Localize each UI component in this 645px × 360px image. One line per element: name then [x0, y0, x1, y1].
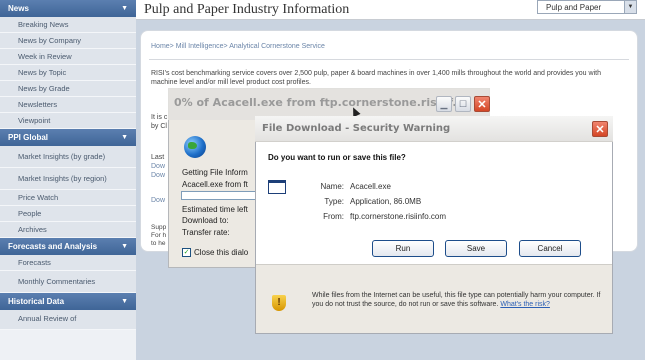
- divider: [149, 59, 629, 60]
- close-icon[interactable]: ✕: [474, 96, 490, 112]
- page-title: Pulp and Paper Industry Information Pulp…: [136, 0, 645, 20]
- sidebar-header-ppi-global[interactable]: PPI Global ▼: [0, 129, 136, 146]
- divider: [256, 264, 612, 265]
- intro-text-2: It is c by Cl: [151, 113, 167, 131]
- download-link[interactable]: Dow: [151, 197, 165, 204]
- maximize-icon[interactable]: ☐: [455, 96, 471, 112]
- sidebar-item-archives[interactable]: Archives: [0, 222, 136, 238]
- close-dialog-label: Close this dialo: [194, 248, 249, 257]
- support-line: For h: [151, 232, 167, 239]
- download-progress-bar: [181, 191, 261, 200]
- sidebar-header-historical-data[interactable]: Historical Data ▼: [0, 293, 136, 310]
- collapse-icon[interactable]: ▼: [121, 298, 128, 305]
- last-label: Last: [151, 154, 165, 161]
- download-link[interactable]: Dow: [151, 171, 165, 180]
- sidebar-item-week-in-review[interactable]: Week in Review: [0, 49, 136, 65]
- file-type-row: Type: Application, 86.0MB: [300, 197, 421, 206]
- globe-icon: [184, 136, 206, 158]
- transfer-rate-label: Transfer rate:: [182, 228, 230, 237]
- download-link[interactable]: Dow: [151, 162, 165, 171]
- sidebar-item-price-watch[interactable]: Price Watch: [0, 190, 136, 206]
- getting-info-text: Getting File Inform: [182, 168, 248, 177]
- security-note: While files from the Internet can be use…: [312, 292, 602, 309]
- sidebar-header-forecasts[interactable]: Forecasts and Analysis ▼: [0, 238, 136, 255]
- support-line: to he: [151, 240, 166, 247]
- from-label: From:: [323, 212, 344, 221]
- minimize-icon[interactable]: ▁: [436, 96, 452, 112]
- close-dialog-checkbox[interactable]: ✓ Close this dialo: [182, 248, 248, 257]
- collapse-icon[interactable]: ▼: [121, 243, 128, 250]
- sidebar-item-forecasts[interactable]: Forecasts: [0, 255, 136, 271]
- sidebar-header-news[interactable]: News ▼: [0, 0, 136, 17]
- dropdown-arrow-icon[interactable]: ▼: [624, 1, 636, 13]
- save-button[interactable]: Save: [445, 240, 507, 257]
- sidebar-item-market-insights-region[interactable]: Market Insights (by region): [0, 168, 136, 190]
- sidebar-item-news-by-company[interactable]: News by Company: [0, 33, 136, 49]
- close-icon[interactable]: ✕: [592, 121, 608, 137]
- region-select[interactable]: Pulp and Paper ▼: [537, 0, 637, 14]
- sidebar-header-label: News: [8, 4, 29, 13]
- from-value: ftp.cornerstone.risiinfo.com: [350, 212, 447, 221]
- sidebar-item-news-by-grade[interactable]: News by Grade: [0, 81, 136, 97]
- file-name-row: Name: Acacell.exe: [300, 182, 391, 191]
- risk-link[interactable]: What's the risk?: [500, 301, 550, 308]
- name-value: Acacell.exe: [350, 182, 391, 191]
- file-from-text: Acacell.exe from ft: [182, 180, 248, 189]
- progress-dialog-title: 0% of Acacell.exe from ftp.cornerstone.r…: [174, 96, 465, 109]
- file-icon: [268, 180, 286, 194]
- collapse-icon[interactable]: ▼: [121, 5, 128, 12]
- intro-text: RISI's cost benchmarking service covers …: [151, 70, 601, 86]
- security-question: Do you want to run or save this file?: [268, 153, 406, 162]
- file-from-row: From: ftp.cornerstone.risiinfo.com: [300, 212, 446, 221]
- sidebar-header-label: Forecasts and Analysis: [8, 242, 98, 251]
- estimated-time-label: Estimated time left: [182, 205, 248, 214]
- type-label: Type:: [324, 197, 344, 206]
- security-note-text: While files from the Internet can be use…: [312, 292, 601, 308]
- type-value: Application, 86.0MB: [350, 197, 422, 206]
- sidebar-item-news-by-topic[interactable]: News by Topic: [0, 65, 136, 81]
- page-title-text: Pulp and Paper Industry Information: [144, 2, 350, 17]
- cancel-button[interactable]: Cancel: [519, 240, 581, 257]
- security-dialog-title: File Download - Security Warning: [262, 123, 451, 134]
- sidebar-item-market-insights-grade[interactable]: Market Insights (by grade): [0, 146, 136, 168]
- sidebar-header-label: PPI Global: [8, 133, 49, 142]
- sidebar-item-breaking-news[interactable]: Breaking News: [0, 17, 136, 33]
- support-line: Supp: [151, 224, 167, 231]
- name-label: Name:: [320, 182, 344, 191]
- sidebar-item-annual-review[interactable]: Annual Review of: [0, 310, 136, 330]
- region-select-value: Pulp and Paper: [546, 2, 602, 12]
- intro-line: by Cl: [151, 123, 167, 130]
- intro-line: It is c: [151, 114, 168, 121]
- support-text: Supp For h to he: [151, 224, 166, 248]
- breadcrumb[interactable]: Home> Mill Intelligence> Analytical Corn…: [151, 43, 325, 50]
- sidebar-item-monthly-commentaries[interactable]: Monthly Commentaries: [0, 271, 136, 293]
- sidebar-item-people[interactable]: People: [0, 206, 136, 222]
- sidebar-item-newsletters[interactable]: Newsletters: [0, 97, 136, 113]
- sidebar: News ▼ Breaking News News by Company Wee…: [0, 0, 136, 360]
- download-to-label: Download to:: [182, 216, 229, 225]
- last-section: Last Dow Dow: [151, 153, 165, 180]
- run-button[interactable]: Run: [372, 240, 434, 257]
- checkmark-icon[interactable]: ✓: [182, 248, 191, 257]
- shield-warning-icon: !: [272, 295, 286, 311]
- sidebar-header-label: Historical Data: [8, 297, 65, 306]
- sidebar-item-viewpoint[interactable]: Viewpoint: [0, 113, 136, 129]
- collapse-icon[interactable]: ▼: [121, 134, 128, 141]
